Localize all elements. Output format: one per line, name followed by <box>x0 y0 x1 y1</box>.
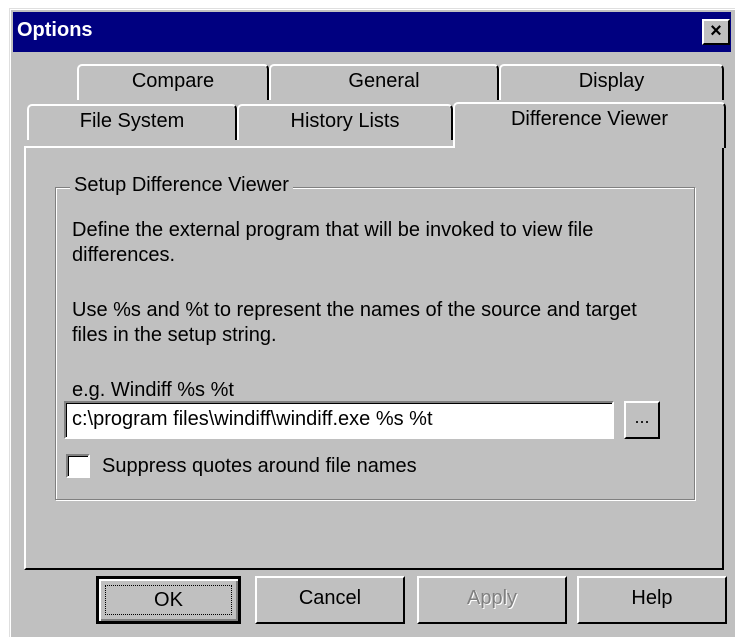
viewer-command-input[interactable] <box>66 403 608 435</box>
example-text: e.g. Windiff %s %t <box>72 379 234 401</box>
group-label: Setup Difference Viewer <box>70 174 293 197</box>
window-title: Options <box>17 19 93 41</box>
browse-button[interactable]: ... <box>624 401 660 439</box>
tab-panel-difference-viewer: Setup Difference Viewer Define the exter… <box>24 146 724 570</box>
tab-file-system[interactable]: File System <box>27 104 237 140</box>
usage-line-2: files in the setup string. <box>72 324 277 346</box>
close-button[interactable]: × <box>702 19 730 45</box>
browse-label: ... <box>634 407 650 427</box>
title-bar: Options × <box>13 12 731 52</box>
tab-label: Display <box>578 70 645 92</box>
suppress-quotes-checkbox[interactable] <box>66 454 90 478</box>
tab-label: General <box>348 70 420 92</box>
apply-label: Apply <box>466 587 518 609</box>
tab-difference-viewer[interactable]: Difference Viewer <box>453 102 726 148</box>
cancel-label: Cancel <box>298 587 362 609</box>
apply-button[interactable]: Apply <box>417 576 567 624</box>
close-icon: × <box>710 20 722 42</box>
options-dialog: Options × Compare General Display File S… <box>9 8 735 637</box>
viewer-command-field[interactable] <box>64 401 614 439</box>
tab-label: Difference Viewer <box>510 108 669 130</box>
suppress-quotes-label[interactable]: Suppress quotes around file names <box>102 454 417 478</box>
ok-button[interactable]: OK <box>96 576 241 624</box>
tab-label: History Lists <box>290 110 400 132</box>
usage-line-1: Use %s and %t to represent the names of … <box>72 299 637 321</box>
tab-label: File System <box>79 110 185 132</box>
ok-label: OK <box>105 585 232 615</box>
description-line-1: Define the external program that will be… <box>72 219 594 241</box>
tab-display[interactable]: Display <box>499 64 724 100</box>
help-button[interactable]: Help <box>577 576 727 624</box>
tab-compare[interactable]: Compare <box>77 64 269 100</box>
help-label: Help <box>631 587 673 609</box>
tab-history-lists[interactable]: History Lists <box>237 104 453 140</box>
cancel-button[interactable]: Cancel <box>255 576 405 624</box>
description-line-2: differences. <box>72 244 176 266</box>
tab-label: Compare <box>131 70 215 92</box>
tab-general[interactable]: General <box>269 64 499 100</box>
